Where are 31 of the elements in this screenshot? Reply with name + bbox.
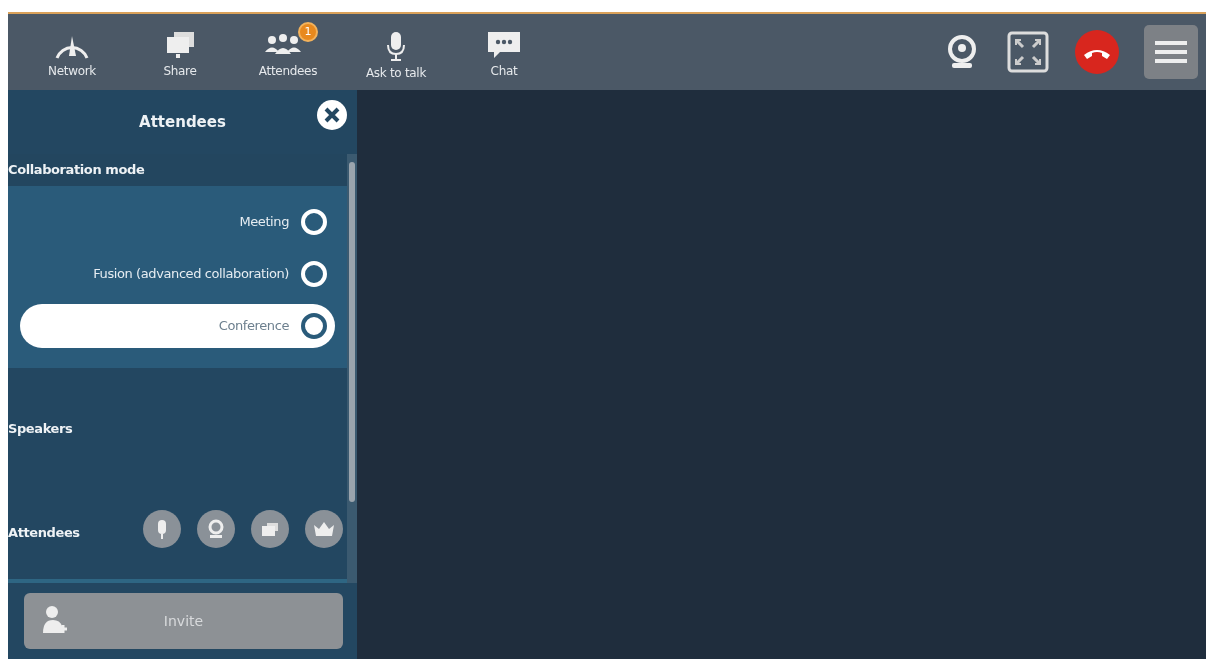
section-heading: Attendees bbox=[8, 523, 80, 542]
section-heading: Speakers bbox=[8, 421, 73, 436]
menu-button[interactable] bbox=[1144, 25, 1198, 79]
toolbar-button[interactable]: Share bbox=[126, 22, 234, 82]
webcam-icon bbox=[208, 519, 224, 539]
filter-button[interactable] bbox=[143, 510, 181, 548]
mode-option[interactable]: Meeting bbox=[20, 200, 335, 244]
monitor-icon bbox=[261, 521, 279, 537]
mode-option[interactable]: Fusion (advanced collaboration) bbox=[20, 252, 335, 296]
microphone-icon bbox=[157, 518, 167, 540]
radio-icon bbox=[301, 261, 327, 287]
chat-bubble-icon bbox=[486, 30, 522, 60]
fullscreen-button[interactable] bbox=[1006, 30, 1050, 74]
crown-icon bbox=[313, 521, 335, 537]
radio-icon bbox=[301, 313, 327, 339]
mode-option[interactable]: Conference bbox=[20, 304, 335, 348]
hang-up-button[interactable] bbox=[1074, 29, 1120, 75]
filter-button[interactable] bbox=[305, 510, 343, 548]
notification-badge: 1 bbox=[298, 22, 318, 42]
menu-icon bbox=[1155, 38, 1187, 66]
toolbar-button[interactable]: Chat bbox=[450, 22, 558, 82]
close-icon[interactable] bbox=[317, 100, 347, 130]
radio-icon bbox=[301, 209, 327, 235]
toolbar-button[interactable]: Attendees 1 bbox=[234, 22, 342, 82]
panel-title: Attendees bbox=[139, 111, 226, 133]
toolbar-button[interactable]: Network bbox=[18, 22, 126, 82]
filter-button[interactable] bbox=[197, 510, 235, 548]
toolbar-button[interactable]: Ask to talk bbox=[342, 22, 450, 82]
scrollbar[interactable] bbox=[347, 154, 357, 583]
section-heading: Collaboration mode bbox=[8, 161, 145, 180]
filter-button[interactable] bbox=[251, 510, 289, 548]
